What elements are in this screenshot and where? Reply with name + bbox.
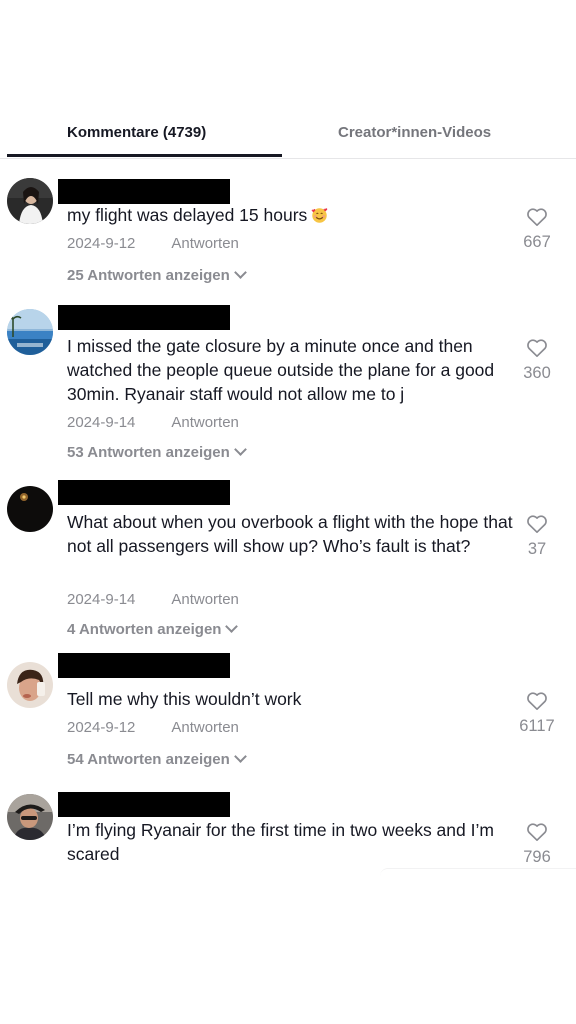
comment-text: my flight was delayed 15 hours (67, 203, 515, 227)
view-replies-label: 25 Antworten anzeigen (67, 267, 230, 284)
comment-text: I missed the gate closure by a minute on… (67, 334, 515, 406)
comment-body: Tell me why this wouldn’t work (67, 689, 302, 709)
chevron-down-icon (233, 750, 247, 763)
username-redacted[interactable] (58, 792, 230, 817)
view-replies-button[interactable]: 4 Antworten anzeigen (67, 620, 239, 638)
view-replies-button[interactable]: 54 Antworten anzeigen (67, 750, 247, 768)
comment-date: 2024-9-14 (67, 414, 136, 431)
like-count: 37 (527, 540, 547, 558)
reply-button[interactable]: Antworten (171, 414, 239, 431)
avatar-image (7, 662, 53, 708)
like-count: 360 (523, 364, 551, 382)
reply-button[interactable]: Antworten (171, 719, 239, 736)
comment-meta: 2024-9-12 Antworten (67, 719, 239, 736)
like-count: 667 (523, 233, 551, 251)
comment-meta: 2024-9-14 Antworten (67, 591, 239, 608)
heart-icon (527, 208, 547, 226)
like-count: 6117 (519, 717, 555, 735)
username-redacted[interactable] (58, 653, 230, 678)
avatar-image (7, 309, 53, 355)
comment-date: 2024-9-14 (67, 591, 136, 608)
comment-meta: 2024-9-14 Antworten (67, 414, 239, 431)
like-count: 796 (523, 848, 551, 866)
heart-icon (527, 339, 547, 357)
comment-date: 2024-9-12 (67, 235, 136, 252)
avatar[interactable] (7, 309, 53, 355)
comment-body: I’m flying Ryanair for the first time in… (67, 820, 494, 864)
comment-tabs: Kommentare (4739) Creator*innen-Videos (0, 114, 576, 159)
heart-icon (527, 692, 547, 710)
username-redacted[interactable] (58, 480, 230, 505)
like-button[interactable]: 796 (515, 822, 559, 867)
tab-comments[interactable]: Kommentare (4739) (67, 124, 206, 141)
avatar-image (7, 178, 53, 224)
smiling-face-with-hearts-icon (311, 208, 328, 223)
comment-text: I’m flying Ryanair for the first time in… (67, 818, 515, 866)
comment-body: my flight was delayed 15 hours (67, 205, 308, 225)
view-replies-button[interactable]: 25 Antworten anzeigen (67, 266, 247, 284)
like-button[interactable]: 667 (515, 207, 559, 252)
avatar-image (7, 794, 53, 840)
comment-text: Tell me why this wouldn’t work (67, 687, 515, 711)
comment-body: What about when you overbook a flight wi… (67, 512, 513, 556)
like-button[interactable]: 6117 (515, 691, 559, 736)
view-replies-label: 4 Antworten anzeigen (67, 621, 222, 638)
like-button[interactable]: 360 (515, 338, 559, 383)
view-replies-button[interactable]: 53 Antworten anzeigen (67, 443, 247, 461)
comment-text: What about when you overbook a flight wi… (67, 510, 515, 558)
avatar[interactable] (7, 662, 53, 708)
reply-button[interactable]: Antworten (171, 591, 239, 608)
heart-icon (527, 823, 547, 841)
username-redacted[interactable] (58, 179, 230, 204)
comment-body: I missed the gate closure by a minute on… (67, 336, 495, 404)
chevron-down-icon (225, 620, 239, 633)
view-replies-label: 54 Antworten anzeigen (67, 751, 230, 768)
avatar[interactable] (7, 486, 53, 532)
view-replies-label: 53 Antworten anzeigen (67, 444, 230, 461)
avatar[interactable] (7, 178, 53, 224)
active-tab-indicator (7, 154, 282, 157)
chevron-down-icon (233, 443, 247, 456)
comment-date: 2024-9-12 (67, 719, 136, 736)
chevron-down-icon (233, 266, 247, 279)
heart-icon (527, 515, 547, 533)
input-panel-edge (380, 868, 576, 879)
reply-button[interactable]: Antworten (171, 235, 239, 252)
tab-creator-videos[interactable]: Creator*innen-Videos (338, 124, 491, 141)
avatar[interactable] (7, 794, 53, 840)
like-button[interactable]: 37 (515, 514, 559, 559)
comment-meta: 2024-9-12 Antworten (67, 235, 239, 252)
username-redacted[interactable] (58, 305, 230, 330)
avatar-image (7, 486, 53, 532)
